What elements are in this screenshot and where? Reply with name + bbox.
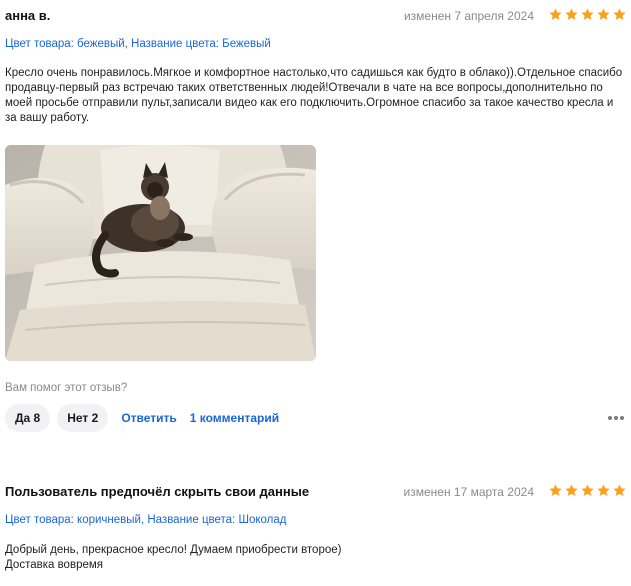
rating-stars [548,483,627,498]
review-card: анна в. изменен 7 апреля 2024 Цвет товар… [0,0,631,432]
review-header: анна в. изменен 7 апреля 2024 [0,0,631,34]
star-icon [581,484,594,496]
review-author: Пользователь предпочёл скрыть свои данны… [5,484,310,499]
more-options-icon[interactable] [607,414,625,422]
armchair-with-cat-image [5,145,316,361]
product-color-info[interactable]: Цвет товара: коричневый, Название цвета:… [5,514,287,526]
star-icon [549,484,562,496]
review-text-line: Доставка вовремя [5,559,103,571]
star-icon [597,8,610,20]
helpful-no-button[interactable]: Нет 2 [57,404,109,432]
review-date: изменен 7 апреля 2024 [403,9,534,23]
star-icon [597,484,610,496]
review-text-line: Добрый день, прекрасное кресло! Думаем п… [5,544,342,556]
star-icon [613,484,626,496]
star-icon [549,8,562,20]
star-icon [581,8,594,20]
helpful-question: Вам помог этот отзыв? [5,382,128,394]
product-color-info[interactable]: Цвет товара: бежевый, Название цвета: Бе… [5,38,271,50]
review-header: Пользователь предпочёл скрыть свои данны… [0,476,631,510]
rating-stars [548,7,627,22]
star-icon [565,484,578,496]
reply-link[interactable]: Ответить [121,411,176,425]
review-author: анна в. [5,8,51,23]
star-icon [613,8,626,20]
helpful-yes-button[interactable]: Да 8 [5,404,51,432]
review-photo[interactable] [5,145,316,361]
review-actions: Да 8 Нет 2 Ответить 1 комментарий [5,404,286,432]
review-card: Пользователь предпочёл скрыть свои данны… [0,476,631,571]
review-text: Кресло очень понравилось.Мягкое и комфор… [5,67,623,124]
review-date: изменен 17 марта 2024 [403,485,534,499]
star-icon [565,8,578,20]
comments-link[interactable]: 1 комментарий [190,411,279,425]
